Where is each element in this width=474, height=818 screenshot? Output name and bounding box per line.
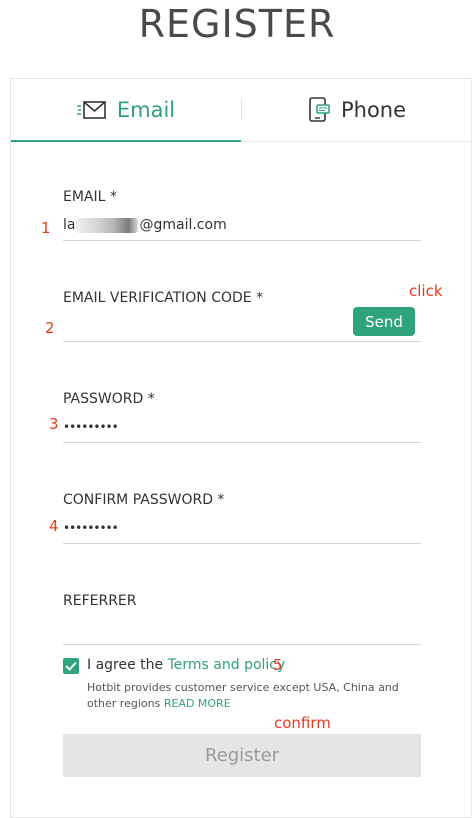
service-notice: Hotbit provides customer service except … xyxy=(87,680,427,712)
referrer-label: REFERRER xyxy=(63,593,137,609)
notice-text: Hotbit provides customer service except … xyxy=(87,681,399,710)
register-button[interactable]: Register xyxy=(63,734,421,777)
annotation-marker-2: 2 xyxy=(45,319,55,337)
annotation-marker-4: 4 xyxy=(49,517,59,535)
agree-checkbox[interactable] xyxy=(63,658,79,674)
email-code-underline xyxy=(63,341,421,342)
terms-link[interactable]: Terms and policy xyxy=(168,657,286,673)
send-code-button[interactable]: Send xyxy=(353,307,415,336)
email-icon xyxy=(76,100,107,120)
referrer-underline xyxy=(63,644,421,645)
confirm-password-label: CONFIRM PASSWORD * xyxy=(63,492,225,508)
tab-phone-label: Phone xyxy=(340,98,407,122)
annotation-marker-5: 5 xyxy=(273,656,283,674)
email-value-suffix: @gmail.com xyxy=(139,217,227,233)
email-code-label: EMAIL VERIFICATION CODE * xyxy=(63,290,264,306)
email-value-prefix: la xyxy=(63,217,76,233)
agree-text: I agree the Terms and policy xyxy=(87,657,285,673)
referrer-input[interactable] xyxy=(63,617,421,641)
annotation-marker-1: 1 xyxy=(41,219,51,237)
annotation-marker-3: 3 xyxy=(49,415,59,433)
agree-prefix: I agree the xyxy=(87,657,168,673)
email-code-input[interactable] xyxy=(63,314,343,338)
password-underline xyxy=(63,442,421,443)
read-more-link[interactable]: READ MORE xyxy=(164,697,231,710)
email-label: EMAIL * xyxy=(63,189,117,205)
register-card: Email Phone EMAIL * 1 la @gmail.com EMAI… xyxy=(10,78,472,818)
password-label: PASSWORD * xyxy=(63,391,155,407)
tab-email[interactable]: Email xyxy=(11,79,241,142)
checkmark-icon xyxy=(65,661,77,671)
confirm-password-underline xyxy=(63,543,421,544)
tab-email-label: Email xyxy=(116,97,176,122)
page-title: REGISTER xyxy=(138,2,336,46)
annotation-confirm: confirm xyxy=(274,714,331,732)
email-field[interactable]: la @gmail.com xyxy=(63,213,227,237)
tab-bar: Email Phone xyxy=(11,79,471,142)
email-underline xyxy=(63,240,421,241)
password-input[interactable]: ••••••••• xyxy=(63,415,421,439)
tab-phone[interactable]: Phone xyxy=(242,79,471,141)
annotation-click: click xyxy=(409,282,443,300)
phone-icon xyxy=(307,97,331,123)
redacted-block xyxy=(76,217,139,233)
confirm-password-input[interactable]: ••••••••• xyxy=(63,516,421,540)
